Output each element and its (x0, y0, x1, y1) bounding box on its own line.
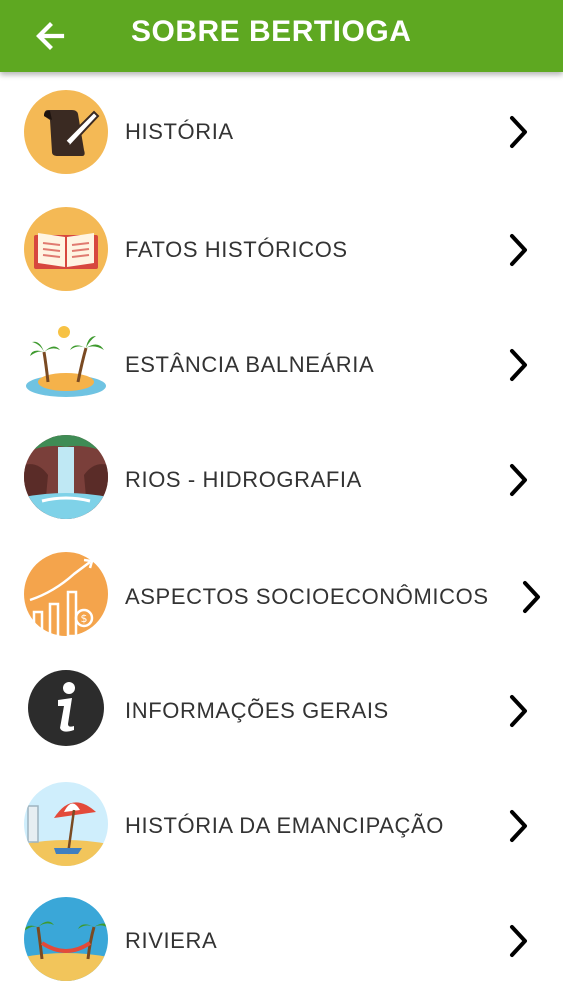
menu-item-label: INFORMAÇÕES GERAIS (125, 698, 389, 723)
chevron-right-icon (523, 581, 540, 613)
chevron-right-icon (510, 810, 527, 842)
palm-island-icon (26, 326, 106, 397)
chevron-right-icon (510, 925, 527, 957)
menu-item-historia-da-emancipacao[interactable]: HISTÓRIA DA EMANCIPAÇÃO (0, 762, 563, 877)
growth-chart-icon: $ (24, 552, 108, 636)
menu-item-aspectos-socioeconomicos[interactable]: $ ASPECTOS SOCIOECONÔMICOS (0, 532, 563, 647)
page-title: SOBRE BERTIOGA (131, 15, 412, 48)
menu-item-label: FATOS HISTÓRICOS (125, 237, 348, 262)
menu-item-label: HISTÓRIA DA EMANCIPAÇÃO (125, 813, 445, 838)
menu-item-rios-hidrografia[interactable]: RIOS - HIDROGRAFIA (0, 417, 563, 532)
menu-item-label: HISTÓRIA (125, 119, 234, 144)
menu-item-fatos-historicos[interactable]: FATOS HISTÓRICOS (0, 187, 563, 302)
beach-hammock-icon (24, 897, 108, 981)
menu-list: HISTÓRIA FATOS HISTÓRICOS ESTÂNCIA BALNE… (0, 72, 563, 992)
chevron-right-icon (510, 464, 527, 496)
menu-item-riviera[interactable]: RIVIERA (0, 877, 563, 992)
menu-item-estancia-balnearia[interactable]: ESTÂNCIA BALNEÁRIA (0, 302, 563, 417)
scroll-quill-icon (24, 90, 108, 174)
menu-item-label: ASPECTOS SOCIOECONÔMICOS (125, 584, 489, 609)
menu-item-informacoes-gerais[interactable]: INFORMAÇÕES GERAIS (0, 647, 563, 762)
app-bar: SOBRE BERTIOGA (0, 0, 563, 72)
waterfall-icon (24, 435, 108, 519)
info-icon (28, 670, 104, 746)
chevron-right-icon (510, 116, 527, 148)
beach-umbrella-icon (24, 782, 108, 866)
chevron-right-icon (510, 695, 527, 727)
menu-item-label: RIOS - HIDROGRAFIA (125, 467, 362, 492)
menu-item-historia[interactable]: HISTÓRIA (0, 72, 563, 187)
chevron-right-icon (510, 234, 527, 266)
chevron-right-icon (510, 349, 527, 381)
arrow-left-icon[interactable] (32, 16, 76, 56)
open-book-icon (24, 207, 108, 291)
svg-text:$: $ (81, 612, 88, 625)
menu-item-label: RIVIERA (125, 928, 218, 953)
menu-item-label: ESTÂNCIA BALNEÁRIA (125, 352, 375, 377)
